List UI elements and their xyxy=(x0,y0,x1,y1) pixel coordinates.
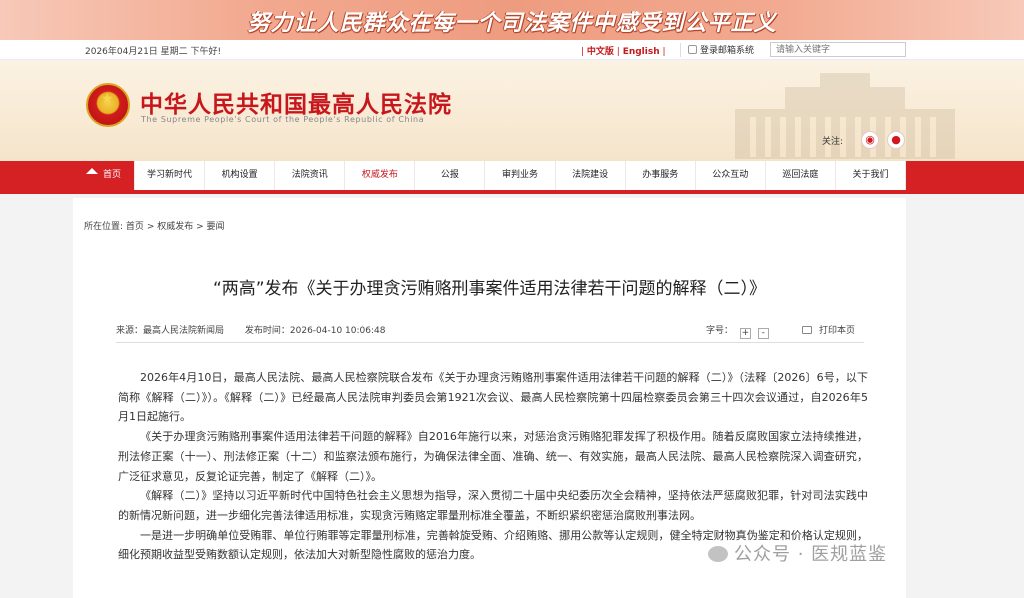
court-building-illustration xyxy=(735,73,955,159)
nav-item-organization[interactable]: 机构设置 xyxy=(205,161,276,190)
breadcrumb: 所在位置: 首页 > 权威发布 > 要闻 xyxy=(84,222,225,232)
nav-item-authority-release[interactable]: 权威发布 xyxy=(345,161,416,190)
site-header: ★ 中华人民共和国最高人民法院 The Supreme People's Cou… xyxy=(0,61,1024,161)
mail-icon xyxy=(688,45,697,54)
home-icon xyxy=(85,168,98,174)
top-banner: 努力让人民群众在每一个司法案件中感受到公平正义 xyxy=(0,0,1024,40)
nav-item-gazette[interactable]: 公报 xyxy=(415,161,486,190)
nav-item-study[interactable]: 学习新时代 xyxy=(135,161,206,190)
nav-item-about[interactable]: 关于我们 xyxy=(836,161,907,190)
site-title[interactable]: 中华人民共和国最高人民法院 xyxy=(140,85,452,119)
lang-cn-link[interactable]: 中文版 xyxy=(587,47,614,57)
article-body: 2026年4月10日，最高人民法院、最高人民检察院联合发布《关于办理贪污贿赂刑事… xyxy=(118,368,868,565)
search-input[interactable] xyxy=(770,42,906,57)
article-paragraph: 《关于办理贪污贿赂刑事案件适用法律若干问题的解释》自2016年施行以来，对惩治贪… xyxy=(118,430,868,483)
article-container: 所在位置: 首页 > 权威发布 > 要闻 “两高”发布《关于办理贪污贿赂刑事案件… xyxy=(73,198,906,598)
article-title: “两高”发布《关于办理贪污贿赂刑事案件适用法律若干问题的解释（二）》 xyxy=(212,279,767,299)
meta-divider xyxy=(116,342,864,343)
national-emblem-icon: ★ xyxy=(86,83,130,127)
lang-en-link[interactable]: English xyxy=(623,47,660,57)
wechat-icon[interactable]: ● xyxy=(887,131,905,149)
nav-item-services[interactable]: 办事服务 xyxy=(626,161,696,190)
breadcrumb-authority-release[interactable]: 权威发布 xyxy=(157,222,193,232)
wechat-watermark: 公众号 · 医规蓝鉴 xyxy=(708,540,887,566)
language-switch: | 中文版 | English | xyxy=(581,47,666,57)
print-button[interactable]: 打印本页 xyxy=(802,323,855,336)
nav-item-home[interactable]: 首页 xyxy=(73,161,135,190)
banner-slogan: 努力让人民群众在每一个司法案件中感受到公平正义 xyxy=(247,11,777,36)
wechat-icon xyxy=(708,546,728,562)
site-title-english: The Supreme People's Court of the People… xyxy=(141,115,425,124)
nav-item-news[interactable]: 法院资讯 xyxy=(275,161,346,190)
article-time: 发布时间：2026-04-10 10:06:48 xyxy=(244,326,386,336)
weibo-icon[interactable]: ◉ xyxy=(861,131,879,149)
main-nav: 首页 学习新时代 机构设置 法院资讯 权威发布 公报 审判业务 法院建设 办事服… xyxy=(0,161,1024,194)
font-decrease-button[interactable]: - xyxy=(757,328,769,339)
article-meta: 来源：最高人民法院新闻局 发布时间：2026-04-10 10:06:48 xyxy=(116,323,403,336)
date-greeting: 2026年04月21日 星期二 下午好! xyxy=(85,47,222,57)
printer-icon xyxy=(802,326,812,334)
follow-label: 关注: xyxy=(822,137,844,147)
top-bar: 2026年04月21日 星期二 下午好! | 中文版 | English | 登… xyxy=(0,40,1024,60)
article-paragraph: 2026年4月10日，最高人民法院、最高人民检察院联合发布《关于办理贪污贿赂刑事… xyxy=(118,371,868,424)
article-source: 来源：最高人民法院新闻局 xyxy=(116,326,225,336)
nav-item-trial[interactable]: 审判业务 xyxy=(485,161,556,190)
article-paragraph: 《解释（二）》坚持以习近平新时代中国特色社会主义思想为指导，深入贯彻二十届中央纪… xyxy=(118,489,868,522)
nav-item-court-building[interactable]: 法院建设 xyxy=(556,161,626,190)
login-mail-link[interactable]: 登录邮箱系统 xyxy=(680,43,754,57)
nav-item-circuit-court[interactable]: 巡回法庭 xyxy=(766,161,836,190)
font-size-control: 字号： + - xyxy=(706,323,769,339)
breadcrumb-news[interactable]: 要闻 xyxy=(207,222,225,232)
breadcrumb-home[interactable]: 首页 xyxy=(126,222,144,232)
nav-item-interaction[interactable]: 公众互动 xyxy=(696,161,766,190)
font-increase-button[interactable]: + xyxy=(739,328,751,339)
